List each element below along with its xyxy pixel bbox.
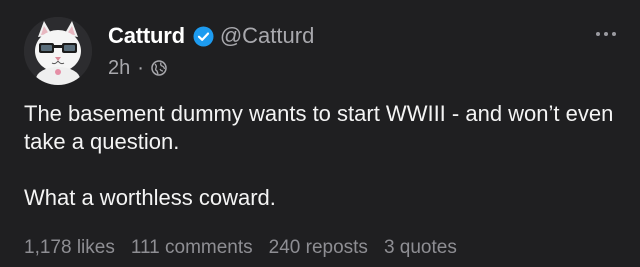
post-header: Catturd @Catturd [108, 22, 314, 50]
more-options-icon[interactable] [594, 26, 618, 42]
meta-separator: · [137, 56, 144, 79]
globe-icon [151, 60, 167, 76]
quotes-count[interactable]: 3 quotes [384, 237, 457, 259]
post-meta: 2h · [108, 56, 167, 80]
author-handle[interactable]: @Catturd [220, 23, 314, 49]
post-stats: 1,178 likes 111 comments 240 reposts 3 q… [24, 237, 457, 259]
comments-count[interactable]: 111 comments [131, 237, 253, 259]
avatar[interactable] [24, 17, 92, 85]
cat-with-glasses-avatar-image [24, 17, 92, 85]
likes-count[interactable]: 1,178 likes [24, 237, 115, 259]
post-body: The basement dummy wants to start WWIII … [24, 100, 624, 212]
post-paragraph: The basement dummy wants to start WWIII … [24, 101, 614, 154]
post-paragraph: What a worthless coward. [24, 185, 276, 210]
post-timestamp[interactable]: 2h [108, 57, 130, 80]
author-display-name[interactable]: Catturd [108, 23, 185, 49]
reposts-count[interactable]: 240 reposts [269, 237, 368, 259]
post-card: Catturd @Catturd 2h · The basement dummy… [0, 0, 640, 267]
verified-badge-icon [193, 26, 214, 47]
